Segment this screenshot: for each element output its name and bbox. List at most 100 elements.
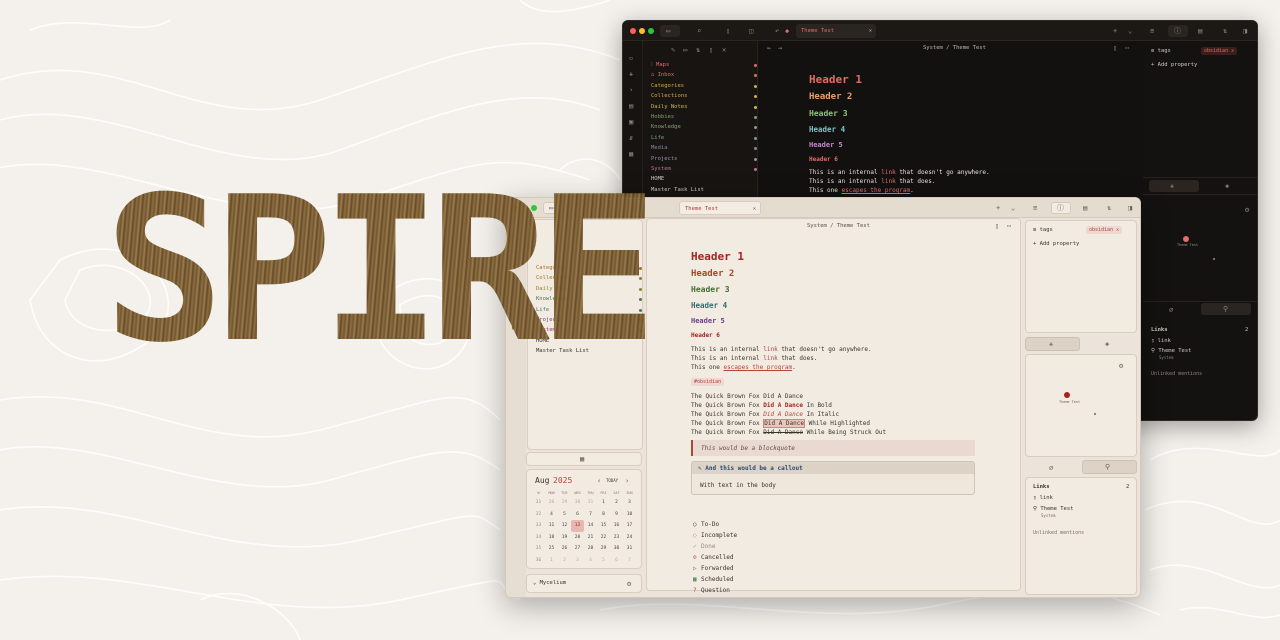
calendar-day[interactable]: 29 (597, 543, 610, 555)
task-status-icon[interactable]: ✓ (693, 543, 701, 550)
graph-node-small[interactable] (1213, 258, 1215, 260)
calendar-day[interactable]: 1 (597, 497, 610, 509)
close-tab-icon[interactable]: ✕ (869, 24, 872, 38)
calendar-day[interactable]: 30 (610, 543, 623, 555)
calendar-day[interactable]: 5 (597, 555, 610, 567)
link-item[interactable]: ▯ link (1151, 338, 1171, 344)
graph-node[interactable] (1183, 236, 1189, 242)
calendar-day[interactable]: 15 (597, 520, 610, 532)
task-status-icon[interactable]: ⊘ (693, 554, 701, 561)
collapse-icon[interactable]: ▯ (709, 45, 713, 55)
link-item[interactable]: ▯ link (1033, 495, 1053, 501)
calendar-day[interactable]: 24 (623, 532, 636, 544)
graph-node-small[interactable] (1094, 413, 1096, 415)
bookmark-icon[interactable]: ▯ (726, 26, 730, 36)
unlinked-mentions[interactable]: Unlinked mentions (1033, 530, 1084, 536)
task-status-icon[interactable]: ? (693, 587, 701, 594)
calendar-day[interactable]: 18 (545, 532, 558, 544)
minimize-dot[interactable] (639, 28, 645, 34)
sort-icon[interactable]: ⇅ (1107, 203, 1111, 213)
archive-icon[interactable]: ▤ (1083, 203, 1087, 213)
backlinks-icon[interactable]: ⌀ (1049, 463, 1053, 473)
graph-node[interactable] (1064, 392, 1070, 398)
task-status-icon[interactable]: ▦ (693, 576, 701, 583)
folder-item[interactable]: HOME (651, 175, 751, 184)
right-sidebar-icon[interactable]: ◨ (1243, 26, 1247, 36)
sidebar-toggle-icon[interactable]: ◫ (749, 26, 753, 36)
tag-chip[interactable]: obsidian ✕ (1201, 47, 1238, 55)
task-item[interactable]: ? Question (693, 587, 730, 594)
task-status-icon[interactable]: ○ (693, 521, 701, 528)
folder-item[interactable]: Projects (651, 155, 757, 164)
calendar-day[interactable]: 26 (558, 543, 571, 555)
folder-item[interactable]: Master Task List (651, 186, 751, 195)
back-icon[interactable]: ↶ (775, 26, 779, 36)
calendar-day[interactable]: 6 (571, 509, 584, 521)
tag-chip[interactable]: #obsidian (691, 378, 725, 386)
file-icon[interactable]: ▫ (629, 53, 633, 63)
calendar-day[interactable]: 23 (610, 532, 623, 544)
maximize-dot[interactable] (648, 28, 654, 34)
settings-icon[interactable]: ⚙ (1245, 205, 1249, 215)
tag-chip[interactable]: obsidian ✕ (1086, 226, 1123, 234)
add-property-button[interactable]: + Add property (1033, 241, 1079, 247)
internal-link[interactable]: link (763, 346, 777, 353)
calendar-day[interactable]: 5 (558, 509, 571, 521)
calendar-day[interactable]: 2 (610, 497, 623, 509)
task-status-icon[interactable]: ▷ (693, 565, 701, 572)
tab-theme-test[interactable]: Theme Test ✕ (679, 201, 761, 215)
calendar-day[interactable]: 28 (584, 543, 597, 555)
more-options-icon[interactable]: ⋯ (1125, 43, 1129, 53)
calendar-day[interactable]: 7 (623, 555, 636, 567)
internal-link[interactable]: link (881, 178, 895, 185)
folder-item[interactable]: ⌂ Inbox (651, 71, 757, 80)
calendar-day[interactable]: 8 (597, 509, 610, 521)
external-link[interactable]: escapes the program (842, 187, 911, 194)
calendar-day[interactable]: 19 (558, 532, 571, 544)
new-note-icon[interactable]: ✎ (671, 45, 675, 55)
prev-month-icon[interactable]: ‹ (597, 476, 601, 486)
chevron-down-icon[interactable]: ⌄ (1128, 26, 1132, 36)
page-icon[interactable]: ▤ (629, 101, 633, 111)
list-icon[interactable]: ≡ (1150, 26, 1154, 36)
calendar-day[interactable]: 29 (558, 497, 571, 509)
terminal-icon[interactable]: › (629, 85, 633, 95)
calendar-day[interactable]: 10 (623, 509, 636, 521)
calendar-day[interactable]: 27 (571, 543, 584, 555)
info-icon[interactable]: ⓘ (1174, 26, 1181, 36)
folder-item[interactable]: Hobbies (651, 113, 757, 122)
calendar-day[interactable]: 31 (623, 543, 636, 555)
task-item[interactable]: ○ To-Do (693, 521, 719, 528)
calendar-day[interactable]: 31 (584, 497, 597, 509)
close-icon[interactable]: ✕ (722, 45, 726, 55)
folder-item[interactable]: System (651, 165, 757, 174)
task-item[interactable]: ▦ Scheduled (693, 576, 734, 583)
folder-item[interactable]: Media (651, 144, 757, 153)
calendar-day[interactable]: 13 (571, 520, 584, 532)
chevron-down-icon[interactable]: ⌄ (1011, 203, 1015, 213)
task-item[interactable]: ✓ Done (693, 543, 715, 550)
folder-item[interactable]: Daily Notes (651, 103, 757, 112)
folder-item[interactable]: Knowledge (651, 123, 757, 132)
close-dot[interactable] (630, 28, 636, 34)
reading-view-icon[interactable]: ▯ (1113, 43, 1117, 53)
calendar-day[interactable]: 12 (558, 520, 571, 532)
graph-icon[interactable]: ⚹ (629, 69, 633, 79)
calendar-day[interactable]: 3 (623, 497, 636, 509)
task-status-icon[interactable]: ◌ (693, 532, 701, 539)
task-item[interactable]: ◌ Incomplete (693, 532, 737, 539)
new-tab-icon[interactable]: + (996, 203, 1000, 213)
right-sidebar-icon[interactable]: ◨ (1128, 203, 1132, 213)
calendar-day[interactable]: 4 (545, 509, 558, 521)
internal-link[interactable]: link (881, 169, 895, 176)
tab-theme-test[interactable]: Theme Test ✕ (796, 24, 876, 38)
folder-item[interactable]: ⁝ Maps (651, 61, 757, 70)
tag-icon[interactable]: ◈ (1105, 339, 1109, 349)
list-icon[interactable]: ≡ (1033, 203, 1037, 213)
sort-icon[interactable]: ⇅ (1223, 26, 1227, 36)
calendar-day[interactable]: 7 (584, 509, 597, 521)
swap-icon[interactable]: ⇵ (629, 133, 633, 143)
info-icon[interactable]: ⓘ (1057, 203, 1064, 213)
task-item[interactable]: ⊘ Cancelled (693, 554, 734, 561)
forward-arrow-icon[interactable]: → (778, 43, 782, 53)
